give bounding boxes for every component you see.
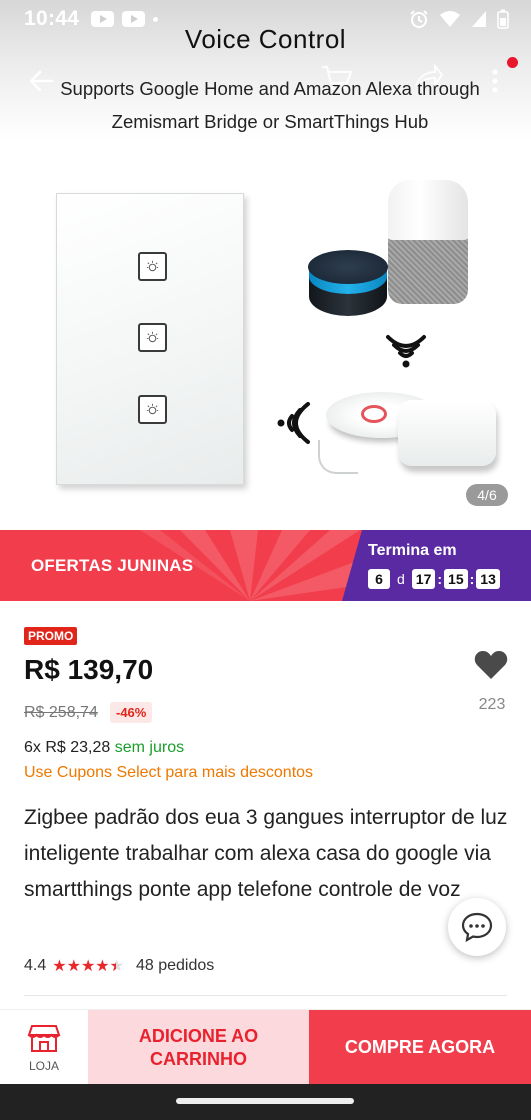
wireless-signal-icon [384, 333, 428, 374]
switch-button-image [138, 395, 167, 424]
chat-button[interactable] [448, 898, 506, 956]
orders-count: 48 pedidos [135, 957, 215, 974]
amazon-echo-dot-image [308, 250, 388, 320]
store-button[interactable]: LOJA [0, 1010, 88, 1085]
notification-dot [507, 57, 518, 68]
countdown-hours: 17 [411, 569, 436, 589]
store-label: LOJA [28, 1058, 59, 1073]
store-icon [27, 1024, 61, 1052]
favorite-count: 223 [478, 696, 506, 713]
alarm-icon [410, 10, 428, 28]
wireless-signal-icon [274, 400, 312, 451]
rating-value: 4.4 [24, 957, 47, 974]
switch-button-image [138, 252, 167, 281]
product-title: Zigbee padrão dos eua 3 gangues interrup… [24, 806, 508, 901]
divider [24, 995, 507, 996]
chat-bubble-icon [461, 912, 493, 942]
countdown-timer: Termina em 6 d 17 : 15 : 13 [342, 530, 531, 601]
countdown-title: Termina em [368, 542, 457, 559]
bottom-action-bar: LOJA ADICIONE AO CARRINHO COMPRE AGORA [0, 1009, 531, 1085]
youtube-notification-icon [122, 11, 146, 27]
back-button[interactable] [22, 62, 60, 100]
status-bar: 10:44 [0, 0, 531, 38]
buy-now-button[interactable]: COMPRE AGORA [309, 1010, 531, 1085]
signal-icon [472, 11, 486, 27]
installments-amount: 6x R$ 23,28 [24, 739, 111, 756]
countdown-seconds: 13 [476, 569, 500, 589]
product-image-gallery[interactable]: Voice Control Supports Google Home and A… [0, 0, 531, 530]
coupons-link[interactable]: Use Cupons Select para mais descontos [24, 764, 313, 782]
countdown-values: 6 d 17 : 15 : 13 [368, 569, 500, 589]
wall-switch-panel-image [56, 193, 244, 485]
share-icon[interactable] [413, 63, 444, 95]
switch-button-image [138, 323, 167, 352]
promo-banner[interactable]: OFERTAS JUNINAS Termina em 6 d 17 : 15 :… [0, 530, 531, 601]
original-price: R$ 258,74 [24, 704, 98, 721]
image-counter: 4/6 [466, 484, 508, 506]
system-icons [409, 9, 509, 29]
promo-badge: PROMO [24, 627, 78, 645]
more-vertical-icon [492, 69, 498, 93]
more-notifications-dot-icon [153, 16, 159, 22]
countdown-minutes: 15 [444, 569, 468, 589]
notification-icons [91, 11, 159, 27]
youtube-notification-icon [91, 11, 115, 27]
cart-icon[interactable] [320, 64, 354, 97]
arrow-left-icon [29, 70, 54, 92]
rating-stars-icon: ★★★★★★ [52, 958, 124, 975]
more-options-button[interactable] [480, 62, 510, 100]
favorite-button[interactable] [474, 650, 508, 685]
google-home-speaker-image [388, 180, 468, 304]
battery-icon [497, 9, 509, 29]
countdown-days-unit: d [397, 571, 405, 587]
promo-campaign-label: OFERTAS JUNINAS [31, 556, 194, 575]
discount-badge: -46% [110, 702, 153, 723]
installments-info: 6x R$ 23,28 sem juros [24, 739, 184, 757]
zigbee-bridge-image [398, 400, 496, 466]
rating-row[interactable]: 4.4 ★★★★★★ 48 pedidos [24, 956, 214, 976]
current-price: R$ 139,70 [24, 654, 154, 685]
countdown-days: 6 [368, 569, 390, 589]
heart-icon [474, 651, 508, 679]
installments-interest-free: sem juros [114, 739, 185, 756]
home-indicator[interactable] [176, 1098, 354, 1104]
status-time: 10:44 [24, 7, 80, 30]
add-to-cart-button[interactable]: ADICIONE AO CARRINHO [88, 1010, 309, 1085]
wifi-status-icon [440, 11, 460, 27]
